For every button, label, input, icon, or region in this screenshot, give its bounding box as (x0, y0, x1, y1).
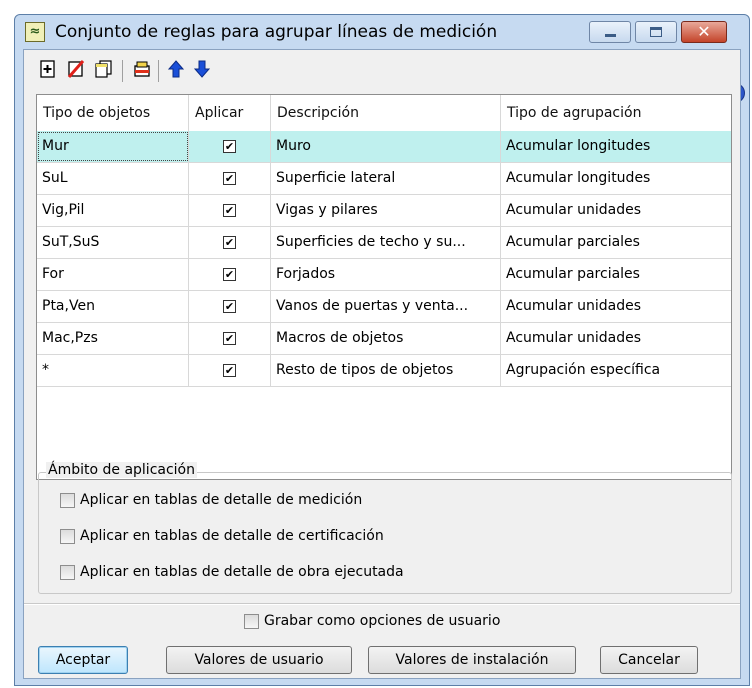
aplicar-cell[interactable]: ✔ (189, 355, 271, 386)
descripcion-cell[interactable]: Superficies de techo y su... (271, 227, 501, 258)
option-certificacion[interactable]: Aplicar en tablas de detalle de certific… (60, 526, 384, 546)
descripcion-cell[interactable]: Forjados (271, 259, 501, 290)
aplicar-checkbox[interactable]: ✔ (223, 140, 236, 153)
minimize-icon (605, 34, 616, 37)
save-user-options-checkbox[interactable] (244, 613, 259, 629)
tipo-cell[interactable]: For (37, 259, 189, 290)
agrupacion-cell[interactable]: Acumular parciales (501, 259, 731, 290)
aplicar-cell[interactable]: ✔ (189, 131, 271, 162)
descripcion-cell[interactable]: Macros de objetos (271, 323, 501, 354)
aplicar-checkbox[interactable]: ✔ (223, 364, 236, 377)
agrupacion-cell[interactable]: Acumular unidades (501, 195, 731, 226)
aplicar-cell[interactable]: ✔ (189, 323, 271, 354)
aplicar-cell[interactable]: ✔ (189, 163, 271, 194)
option-medicion-label: Aplicar en tablas de detalle de medición (80, 492, 363, 508)
agrupacion-cell[interactable]: Agrupación específica (501, 355, 731, 386)
table-row[interactable]: SuL ✔ Superficie lateral Acumular longitude… (37, 163, 731, 195)
export-icon[interactable] (130, 59, 154, 83)
move-up-icon[interactable] (164, 59, 188, 83)
copy-icon[interactable] (92, 59, 116, 83)
tipo-cell[interactable]: Mac,Pzs (37, 323, 189, 354)
agrupacion-cell[interactable]: Acumular unidades (501, 291, 731, 322)
aplicar-cell[interactable]: ✔ (189, 195, 271, 226)
delete-row-icon[interactable] (64, 59, 88, 83)
obra-ejecutada-checkbox[interactable] (60, 564, 75, 580)
maximize-icon (650, 27, 662, 37)
maximize-button[interactable] (635, 21, 677, 43)
col-descripcion[interactable]: Descripción (271, 95, 501, 131)
descripcion-cell[interactable]: Superficie lateral (271, 163, 501, 194)
toolbar-separator (122, 60, 123, 82)
aplicar-checkbox[interactable]: ✔ (223, 236, 236, 249)
minimize-button[interactable] (589, 21, 631, 43)
rules-table[interactable]: Tipo de objetos Aplicar Descripción Tipo… (36, 94, 732, 480)
aplicar-checkbox[interactable]: ✔ (223, 172, 236, 185)
table-row[interactable]: Pta,Ven ✔ Vanos de puertas y venta... Acumu… (37, 291, 731, 323)
table-row[interactable]: Mac,Pzs ✔ Macros de objetos Acumular unidad… (37, 323, 731, 355)
option-certificacion-label: Aplicar en tablas de detalle de certific… (80, 528, 384, 544)
aplicar-checkbox[interactable]: ✔ (223, 332, 236, 345)
title-bar[interactable]: ≈ Conjunto de reglas para agrupar líneas… (15, 15, 749, 49)
close-button[interactable]: ✕ (681, 21, 727, 43)
tipo-cell[interactable]: SuT,SuS (37, 227, 189, 258)
tipo-cell[interactable]: SuL (37, 163, 189, 194)
toolbar-separator (158, 60, 159, 82)
certificacion-checkbox[interactable] (60, 528, 75, 544)
aplicar-cell[interactable]: ✔ (189, 291, 271, 322)
divider (24, 603, 740, 605)
table-header: Tipo de objetos Aplicar Descripción Tipo… (37, 95, 731, 132)
close-icon: ✕ (697, 22, 711, 41)
aplicar-cell[interactable]: ✔ (189, 259, 271, 290)
descripcion-cell[interactable]: Muro (271, 131, 501, 162)
col-tipo-objetos[interactable]: Tipo de objetos (37, 95, 189, 131)
descripcion-cell[interactable]: Resto de tipos de objetos (271, 355, 501, 386)
aplicar-cell[interactable]: ✔ (189, 227, 271, 258)
descripcion-cell[interactable]: Vanos de puertas y venta... (271, 291, 501, 322)
agrupacion-cell[interactable]: Acumular longitudes (501, 131, 731, 162)
window-title: Conjunto de reglas para agrupar líneas d… (55, 22, 498, 42)
save-user-options[interactable]: Grabar como opciones de usuario (244, 611, 500, 631)
option-medicion[interactable]: Aplicar en tablas de detalle de medición (60, 490, 362, 510)
save-user-options-label: Grabar como opciones de usuario (264, 613, 501, 629)
table-row[interactable]: * ✔ Resto de tipos de objetos Agrupación es… (37, 355, 731, 387)
option-obra-ejecutada-label: Aplicar en tablas de detalle de obra eje… (80, 564, 404, 580)
table-row[interactable]: Vig,Pil ✔ Vigas y pilares Acumular unidades (37, 195, 731, 227)
cancel-button[interactable]: Cancelar (600, 646, 698, 674)
medicion-checkbox[interactable] (60, 492, 75, 508)
dialog-client: Tipo de objetos Aplicar Descripción Tipo… (23, 49, 741, 679)
tipo-cell[interactable]: Mur (37, 131, 189, 162)
tipo-cell[interactable]: Pta,Ven (37, 291, 189, 322)
aplicar-checkbox[interactable]: ✔ (223, 300, 236, 313)
table-row[interactable]: For ✔ Forjados Acumular parciales (37, 259, 731, 291)
aplicar-checkbox[interactable]: ✔ (223, 204, 236, 217)
agrupacion-cell[interactable]: Acumular longitudes (501, 163, 731, 194)
tipo-cell[interactable]: Vig,Pil (37, 195, 189, 226)
descripcion-cell[interactable]: Vigas y pilares (271, 195, 501, 226)
option-obra-ejecutada[interactable]: Aplicar en tablas de detalle de obra eje… (60, 562, 404, 582)
dialog-window: ≈ Conjunto de reglas para agrupar líneas… (14, 14, 750, 686)
table-row[interactable]: SuT,SuS ✔ Superficies de techo y su... Acum… (37, 227, 731, 259)
install-values-button[interactable]: Valores de instalación (368, 646, 576, 674)
agrupacion-cell[interactable]: Acumular unidades (501, 323, 731, 354)
accept-button[interactable]: Aceptar (38, 646, 128, 674)
ambito-legend: Ámbito de aplicación (46, 462, 197, 478)
col-aplicar[interactable]: Aplicar (189, 95, 271, 131)
aplicar-checkbox[interactable]: ✔ (223, 268, 236, 281)
move-down-icon[interactable] (190, 59, 214, 83)
agrupacion-cell[interactable]: Acumular parciales (501, 227, 731, 258)
add-row-icon[interactable] (36, 59, 60, 83)
table-row[interactable]: Mur ✔ Muro Acumular longitudes (37, 131, 731, 163)
user-values-button[interactable]: Valores de usuario (166, 646, 352, 674)
col-tipo-agrupacion[interactable]: Tipo de agrupación (501, 95, 731, 131)
app-icon: ≈ (25, 22, 45, 42)
tipo-cell[interactable]: * (37, 355, 189, 386)
